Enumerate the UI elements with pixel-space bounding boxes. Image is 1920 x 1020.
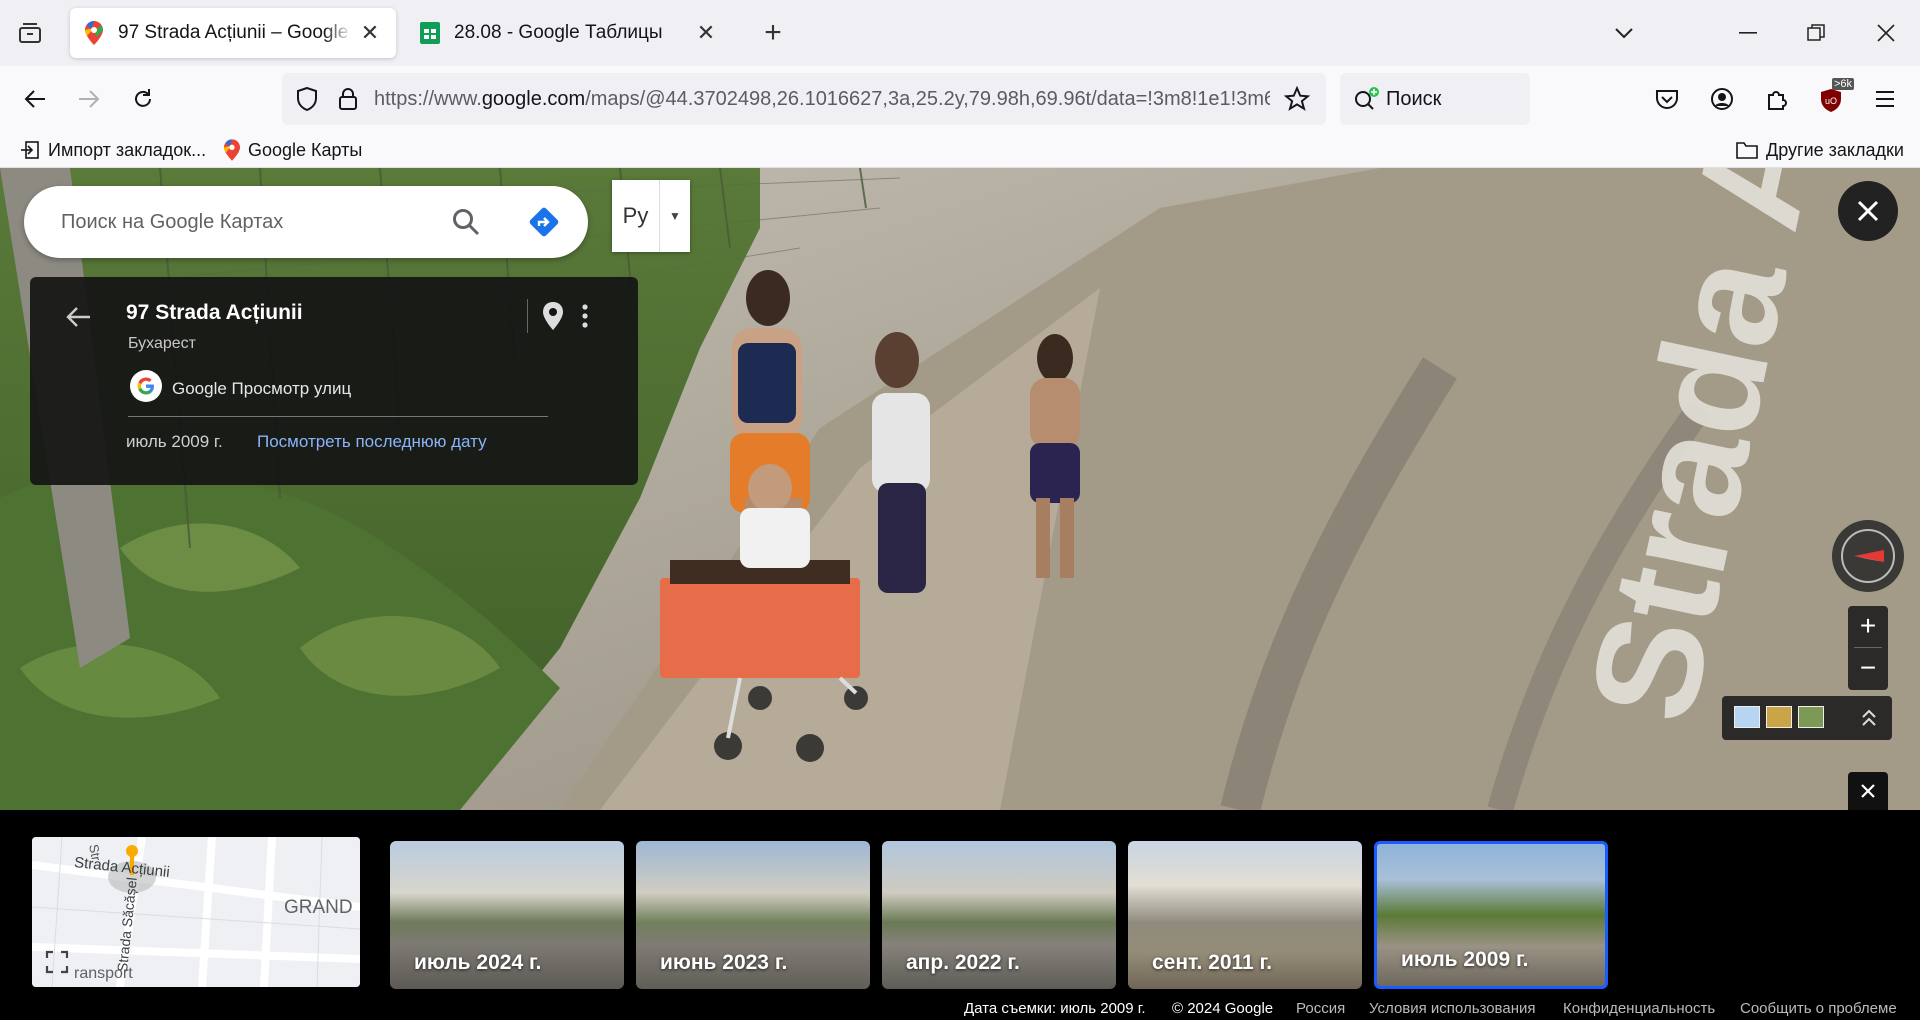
tab-google-sheets[interactable]: 28.08 - Google Таблицы ✕	[406, 8, 732, 58]
timeline-date: июнь 2023 г.	[660, 951, 788, 974]
search-engine-icon	[1354, 87, 1380, 116]
zoom-out-icon[interactable]: −	[1848, 648, 1888, 688]
tracking-protection-shield-icon[interactable]	[296, 86, 318, 116]
timeline-date: апр. 2022 г.	[906, 951, 1020, 974]
folder-icon	[1736, 142, 1758, 159]
pocket-icon[interactable]	[1648, 80, 1686, 118]
google-logo-icon	[130, 370, 162, 407]
lock-icon[interactable]	[338, 87, 358, 116]
timeline-thumbnail[interactable]: сент. 2011 г.	[1128, 841, 1362, 989]
divider	[527, 299, 528, 333]
list-all-tabs-icon[interactable]	[1606, 16, 1642, 50]
google-maps-favicon-icon	[84, 21, 104, 45]
timeline-date: сент. 2011 г.	[1152, 951, 1273, 974]
close-tab-icon[interactable]: ✕	[694, 20, 718, 45]
satellite-layer-thumb-icon[interactable]	[1766, 706, 1792, 728]
search-label: Поиск	[1386, 87, 1442, 110]
maps-search-box[interactable]: Поиск на Google Картах	[24, 186, 588, 258]
street-view-panorama[interactable]: Strada Acțiunii + −	[0, 168, 1920, 810]
location-city: Бухарест	[128, 335, 196, 352]
forward-icon[interactable]	[70, 80, 108, 118]
bookmark-import[interactable]: Импорт закладок...	[20, 136, 206, 164]
timeline-thumbnail[interactable]: апр. 2022 г.	[882, 841, 1116, 989]
card-divider	[128, 416, 548, 417]
back-arrow-icon[interactable]	[60, 299, 96, 335]
close-timeline-icon[interactable]	[1848, 772, 1888, 810]
copyright: © 2024 Google	[1172, 1000, 1274, 1017]
navigation-toolbar: https://www.google.com/maps/@44.3702498,…	[0, 66, 1920, 132]
street-view-image: Strada Acțiunii	[0, 168, 1920, 810]
google-sheets-favicon-icon	[420, 21, 440, 45]
timeline-date: июль 2009 г.	[1401, 948, 1529, 971]
chevron-down-icon[interactable]: ▼	[660, 180, 690, 252]
timeline-thumbnail-selected[interactable]: июль 2009 г.	[1374, 841, 1608, 989]
timeline-date: июль 2024 г.	[414, 951, 542, 974]
bookmark-other[interactable]: Другие закладки	[1736, 136, 1904, 164]
minimize-icon[interactable]	[1730, 16, 1766, 50]
url-text[interactable]: https://www.google.com/maps/@44.3702498,…	[374, 73, 1270, 125]
back-icon[interactable]	[16, 80, 54, 118]
more-options-icon[interactable]	[574, 297, 596, 335]
maps-search-input[interactable]: Поиск на Google Картах	[61, 186, 283, 258]
minimap-grand-label: GRAND	[284, 897, 353, 918]
fullscreen-icon[interactable]	[42, 947, 72, 977]
map-layer-thumb-icon[interactable]	[1734, 706, 1760, 728]
bookmark-star-icon[interactable]	[1283, 85, 1311, 117]
new-tab-icon[interactable]: +	[756, 16, 790, 50]
privacy-link[interactable]: Конфиденциальность	[1563, 1000, 1715, 1017]
country-link[interactable]: Россия	[1296, 1000, 1345, 1017]
exit-street-view-icon[interactable]	[1838, 181, 1898, 241]
address-bar[interactable]: https://www.google.com/maps/@44.3702498,…	[282, 73, 1326, 125]
capture-date: июль 2009 г.	[126, 432, 223, 451]
imagery-layers-control[interactable]	[1722, 696, 1892, 740]
ublock-shield-icon[interactable]: uO >6k	[1812, 78, 1855, 118]
extensions-icon[interactable]	[1758, 80, 1796, 118]
ublock-badge: >6k	[1832, 78, 1855, 90]
tab-title: 28.08 - Google Таблицы	[454, 22, 663, 43]
menu-icon[interactable]	[1866, 80, 1904, 118]
language-label: Ру	[612, 180, 660, 252]
bookmarks-toolbar: Импорт закладок... Google Карты Другие з…	[0, 132, 1920, 168]
minimap[interactable]: Str Strada Acțiunii Strada Săcășel GRAND…	[32, 837, 360, 987]
expand-up-icon[interactable]	[1854, 702, 1884, 734]
maps-footer: Дата съемки: июль 2009 г. © 2024 Google …	[0, 998, 1920, 1020]
svg-text:uO: uO	[1825, 96, 1837, 106]
search-icon[interactable]	[452, 208, 480, 241]
capture-date-footer: Дата съемки: июль 2009 г.	[964, 1000, 1146, 1017]
zoom-in-icon[interactable]: +	[1848, 606, 1888, 646]
web-search-box[interactable]: Поиск	[1340, 73, 1530, 125]
restore-icon[interactable]	[1798, 16, 1834, 50]
location-info-card: 97 Strada Acțiunii Бухарест Google Просм…	[30, 277, 638, 485]
timeline-thumbnail[interactable]: июнь 2023 г.	[636, 841, 870, 989]
tab-title: 97 Strada Acțiunii – Google Карты	[118, 22, 352, 43]
zoom-control: + −	[1848, 606, 1888, 690]
terms-link[interactable]: Условия использования	[1369, 1000, 1536, 1017]
close-tab-icon[interactable]: ✕	[358, 20, 382, 45]
directions-icon[interactable]	[528, 206, 560, 243]
close-window-icon[interactable]	[1868, 16, 1904, 50]
language-selector[interactable]: Ру ▼	[612, 180, 690, 252]
bookmark-google-maps[interactable]: Google Карты	[224, 136, 362, 164]
account-icon[interactable]	[1703, 80, 1741, 118]
compass-icon[interactable]	[1832, 520, 1904, 592]
minimap-transport-label: ransport	[74, 965, 133, 982]
timeline-thumbnail[interactable]: июль 2024 г.	[390, 841, 624, 989]
imagery-provider[interactable]: Google Просмотр улиц	[130, 370, 351, 407]
tab-list-icon[interactable]	[12, 18, 48, 48]
import-icon	[21, 141, 39, 159]
report-problem-link[interactable]: Сообщить о проблеме	[1740, 1000, 1897, 1017]
location-title: 97 Strada Acțiunii	[126, 301, 303, 324]
google-maps-icon	[224, 139, 240, 161]
tab-google-maps[interactable]: 97 Strada Acțiunii – Google Карты ✕	[70, 8, 396, 58]
reload-icon[interactable]	[124, 80, 162, 118]
street-layer-thumb-icon[interactable]	[1798, 706, 1824, 728]
provider-name: Google Просмотр улиц	[172, 378, 352, 398]
view-latest-date-link[interactable]: Посмотреть последнюю дату	[257, 432, 487, 452]
location-pin-icon[interactable]	[538, 297, 568, 335]
tab-bar: 97 Strada Acțiunii – Google Карты ✕ 28.0…	[0, 0, 1920, 66]
